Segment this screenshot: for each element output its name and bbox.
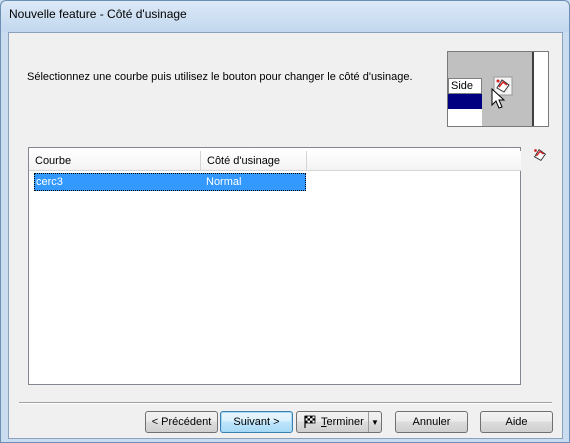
cancel-button[interactable]: Annuler [395,411,468,433]
previous-button[interactable]: < Précédent [145,411,218,433]
cell-cote-usinage: Normal [206,176,242,188]
help-button[interactable]: Aide [480,411,553,433]
finish-dropdown-arrow[interactable]: ▼ [368,412,381,432]
preview-column-header: Side [448,78,482,94]
finish-label: Terminer [321,416,364,428]
table-row[interactable]: cerc3 Normal [34,173,306,191]
curves-grid[interactable]: Courbe Côté d'usinage cerc3 Normal [28,147,521,385]
preview-row [448,109,482,126]
instruction-text: Sélectionnez une courbe puis utilisez le… [27,71,413,83]
mouse-cursor-icon [491,87,507,113]
window-title: Nouvelle feature - Côté d'usinage [9,7,187,21]
wizard-body: Sélectionnez une courbe puis utilisez le… [8,32,563,439]
column-header-filler [307,151,521,171]
change-side-button[interactable] [530,146,550,166]
flip-side-icon [531,146,549,167]
preview-illustration: Side [447,51,549,127]
preview-scroll-area [532,52,548,126]
separator [19,402,552,404]
cell-courbe: cerc3 [36,176,63,188]
checkered-flag-icon [303,415,317,429]
preview-selected-row [448,94,482,109]
next-button[interactable]: Suivant > [220,411,293,433]
column-header-courbe[interactable]: Courbe [29,151,201,171]
window-frame: Nouvelle feature - Côté d'usinage Sélect… [0,0,570,443]
finish-button[interactable]: Terminer ▼ [296,411,382,433]
column-header-cote-usinage[interactable]: Côté d'usinage [201,151,307,171]
